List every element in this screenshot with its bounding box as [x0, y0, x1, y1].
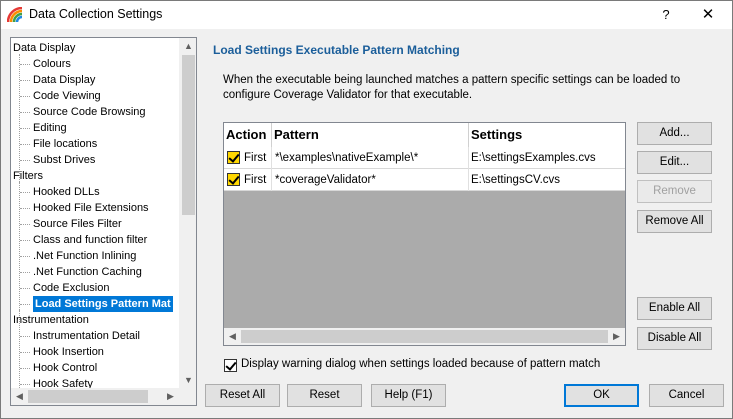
grid-horizontal-scrollbar[interactable]: ◀ ▶	[224, 328, 625, 345]
tree-category[interactable]: Instrumentation	[13, 312, 89, 328]
tree-scroll-thumb[interactable]	[182, 55, 195, 215]
grid-header: Action Pattern Settings	[224, 123, 625, 147]
settings-tree[interactable]: Data Display Colours Data Display Code View…	[10, 37, 197, 406]
tree-item[interactable]: .Net Function Inlining	[33, 248, 136, 264]
remove-all-button[interactable]: Remove All	[637, 210, 712, 233]
tree-connector	[20, 96, 30, 97]
help-f1-button[interactable]: Help (F1)	[371, 384, 446, 407]
action-cell: First	[224, 147, 272, 169]
scroll-left-icon[interactable]: ◀	[11, 388, 28, 405]
edit-button[interactable]: Edit...	[637, 151, 712, 174]
pattern-cell: *coverageValidator*	[272, 169, 469, 191]
tree-connector	[20, 112, 30, 113]
column-header-settings[interactable]: Settings	[469, 123, 625, 147]
window-title: Data Collection Settings	[29, 7, 163, 21]
cancel-button[interactable]: Cancel	[649, 384, 724, 407]
settings-cell: E:\settingsCV.cvs	[471, 174, 561, 186]
pattern-grid[interactable]: Action Pattern Settings First *\examples…	[223, 122, 626, 346]
enable-all-button[interactable]: Enable All	[637, 297, 712, 320]
action-value: First	[244, 174, 267, 186]
tree-guide-line	[19, 54, 20, 182]
tree-connector	[20, 208, 30, 209]
tree-item[interactable]: Hook Control	[33, 360, 97, 376]
pattern-cell: *\examples\nativeExample\*	[272, 147, 469, 169]
tree-connector	[20, 336, 30, 337]
tree-connector	[20, 80, 30, 81]
tree-connector	[20, 368, 30, 369]
tree-category[interactable]: Filters	[13, 168, 43, 184]
grid-scroll-thumb[interactable]	[241, 330, 608, 343]
tree-category[interactable]: Data Display	[13, 40, 75, 56]
tree-item[interactable]: Code Viewing	[33, 88, 101, 104]
tree-item[interactable]: Editing	[33, 120, 67, 136]
scroll-down-icon[interactable]: ▼	[180, 372, 196, 389]
tree-item[interactable]: Hooked DLLs	[33, 184, 100, 200]
scroll-left-icon[interactable]: ◀	[224, 328, 241, 345]
disable-all-button[interactable]: Disable All	[637, 327, 712, 350]
panel-description: When the executable being launched match…	[223, 74, 681, 101]
tree-item[interactable]: File locations	[33, 136, 97, 152]
add-button[interactable]: Add...	[637, 122, 712, 145]
scroll-up-icon[interactable]: ▲	[180, 38, 196, 55]
tree-connector	[20, 64, 30, 65]
tree-item[interactable]: Instrumentation Detail	[33, 328, 140, 344]
table-row[interactable]: First *\examples\nativeExample\* E:\sett…	[224, 147, 625, 169]
tree-hscroll-thumb[interactable]	[28, 390, 148, 403]
action-value: First	[244, 152, 267, 164]
tree-connector	[20, 144, 30, 145]
tree-item[interactable]: Hooked File Extensions	[33, 200, 149, 216]
tree-item[interactable]: Code Exclusion	[33, 280, 109, 296]
tree-item[interactable]: Subst Drives	[33, 152, 95, 168]
tree-item[interactable]: Source Files Filter	[33, 216, 122, 232]
column-header-action[interactable]: Action	[224, 123, 272, 147]
tree-vertical-scrollbar[interactable]: ▲ ▼	[179, 38, 196, 389]
tree-connector	[20, 304, 30, 305]
tree-horizontal-scrollbar[interactable]: ◀ ▶	[11, 388, 196, 405]
tree-connector	[20, 160, 30, 161]
action-cell: First	[224, 169, 272, 191]
scroll-right-icon[interactable]: ▶	[162, 388, 179, 405]
tree-item[interactable]: Load Settings Pattern Mat	[33, 296, 173, 312]
panel-heading: Load Settings Executable Pattern Matchin…	[213, 43, 460, 57]
title-bar: Data Collection Settings ? ✕	[1, 1, 732, 29]
table-row[interactable]: First *coverageValidator* E:\settingsCV.…	[224, 169, 625, 191]
scroll-right-icon[interactable]: ▶	[608, 328, 625, 345]
tree-connector	[20, 384, 30, 385]
warning-dialog-label[interactable]: Display warning dialog when settings loa…	[241, 358, 600, 370]
column-header-pattern[interactable]: Pattern	[272, 123, 469, 147]
reset-button[interactable]: Reset	[287, 384, 362, 407]
tree-connector	[20, 256, 30, 257]
close-button[interactable]: ✕	[691, 5, 725, 25]
tree-connector	[20, 272, 30, 273]
tree-connector	[20, 192, 30, 193]
warning-dialog-checkbox[interactable]	[224, 359, 237, 372]
tree-connector	[20, 240, 30, 241]
tree-item[interactable]: .Net Function Caching	[33, 264, 142, 280]
tree-item[interactable]: Hook Insertion	[33, 344, 104, 360]
remove-button[interactable]: Remove	[637, 180, 712, 203]
ok-button[interactable]: OK	[564, 384, 639, 407]
tree-guide-line	[19, 182, 20, 310]
tree-item[interactable]: Source Code Browsing	[33, 104, 146, 120]
tree-connector	[20, 128, 30, 129]
row-enabled-checkbox[interactable]	[227, 173, 240, 186]
app-icon	[7, 7, 23, 23]
row-enabled-checkbox[interactable]	[227, 151, 240, 164]
tree-connector	[20, 352, 30, 353]
help-title-button[interactable]: ?	[651, 5, 681, 25]
tree-item[interactable]: Class and function filter	[33, 232, 147, 248]
reset-all-button[interactable]: Reset All	[205, 384, 280, 407]
dialog-window: Data Collection Settings ? ✕ Data Displa…	[0, 0, 733, 419]
scroll-corner	[179, 388, 196, 405]
tree-connector	[20, 224, 30, 225]
tree-item[interactable]: Colours	[33, 56, 71, 72]
tree-connector	[20, 288, 30, 289]
settings-cell: E:\settingsExamples.cvs	[471, 152, 596, 164]
tree-item[interactable]: Data Display	[33, 72, 95, 88]
